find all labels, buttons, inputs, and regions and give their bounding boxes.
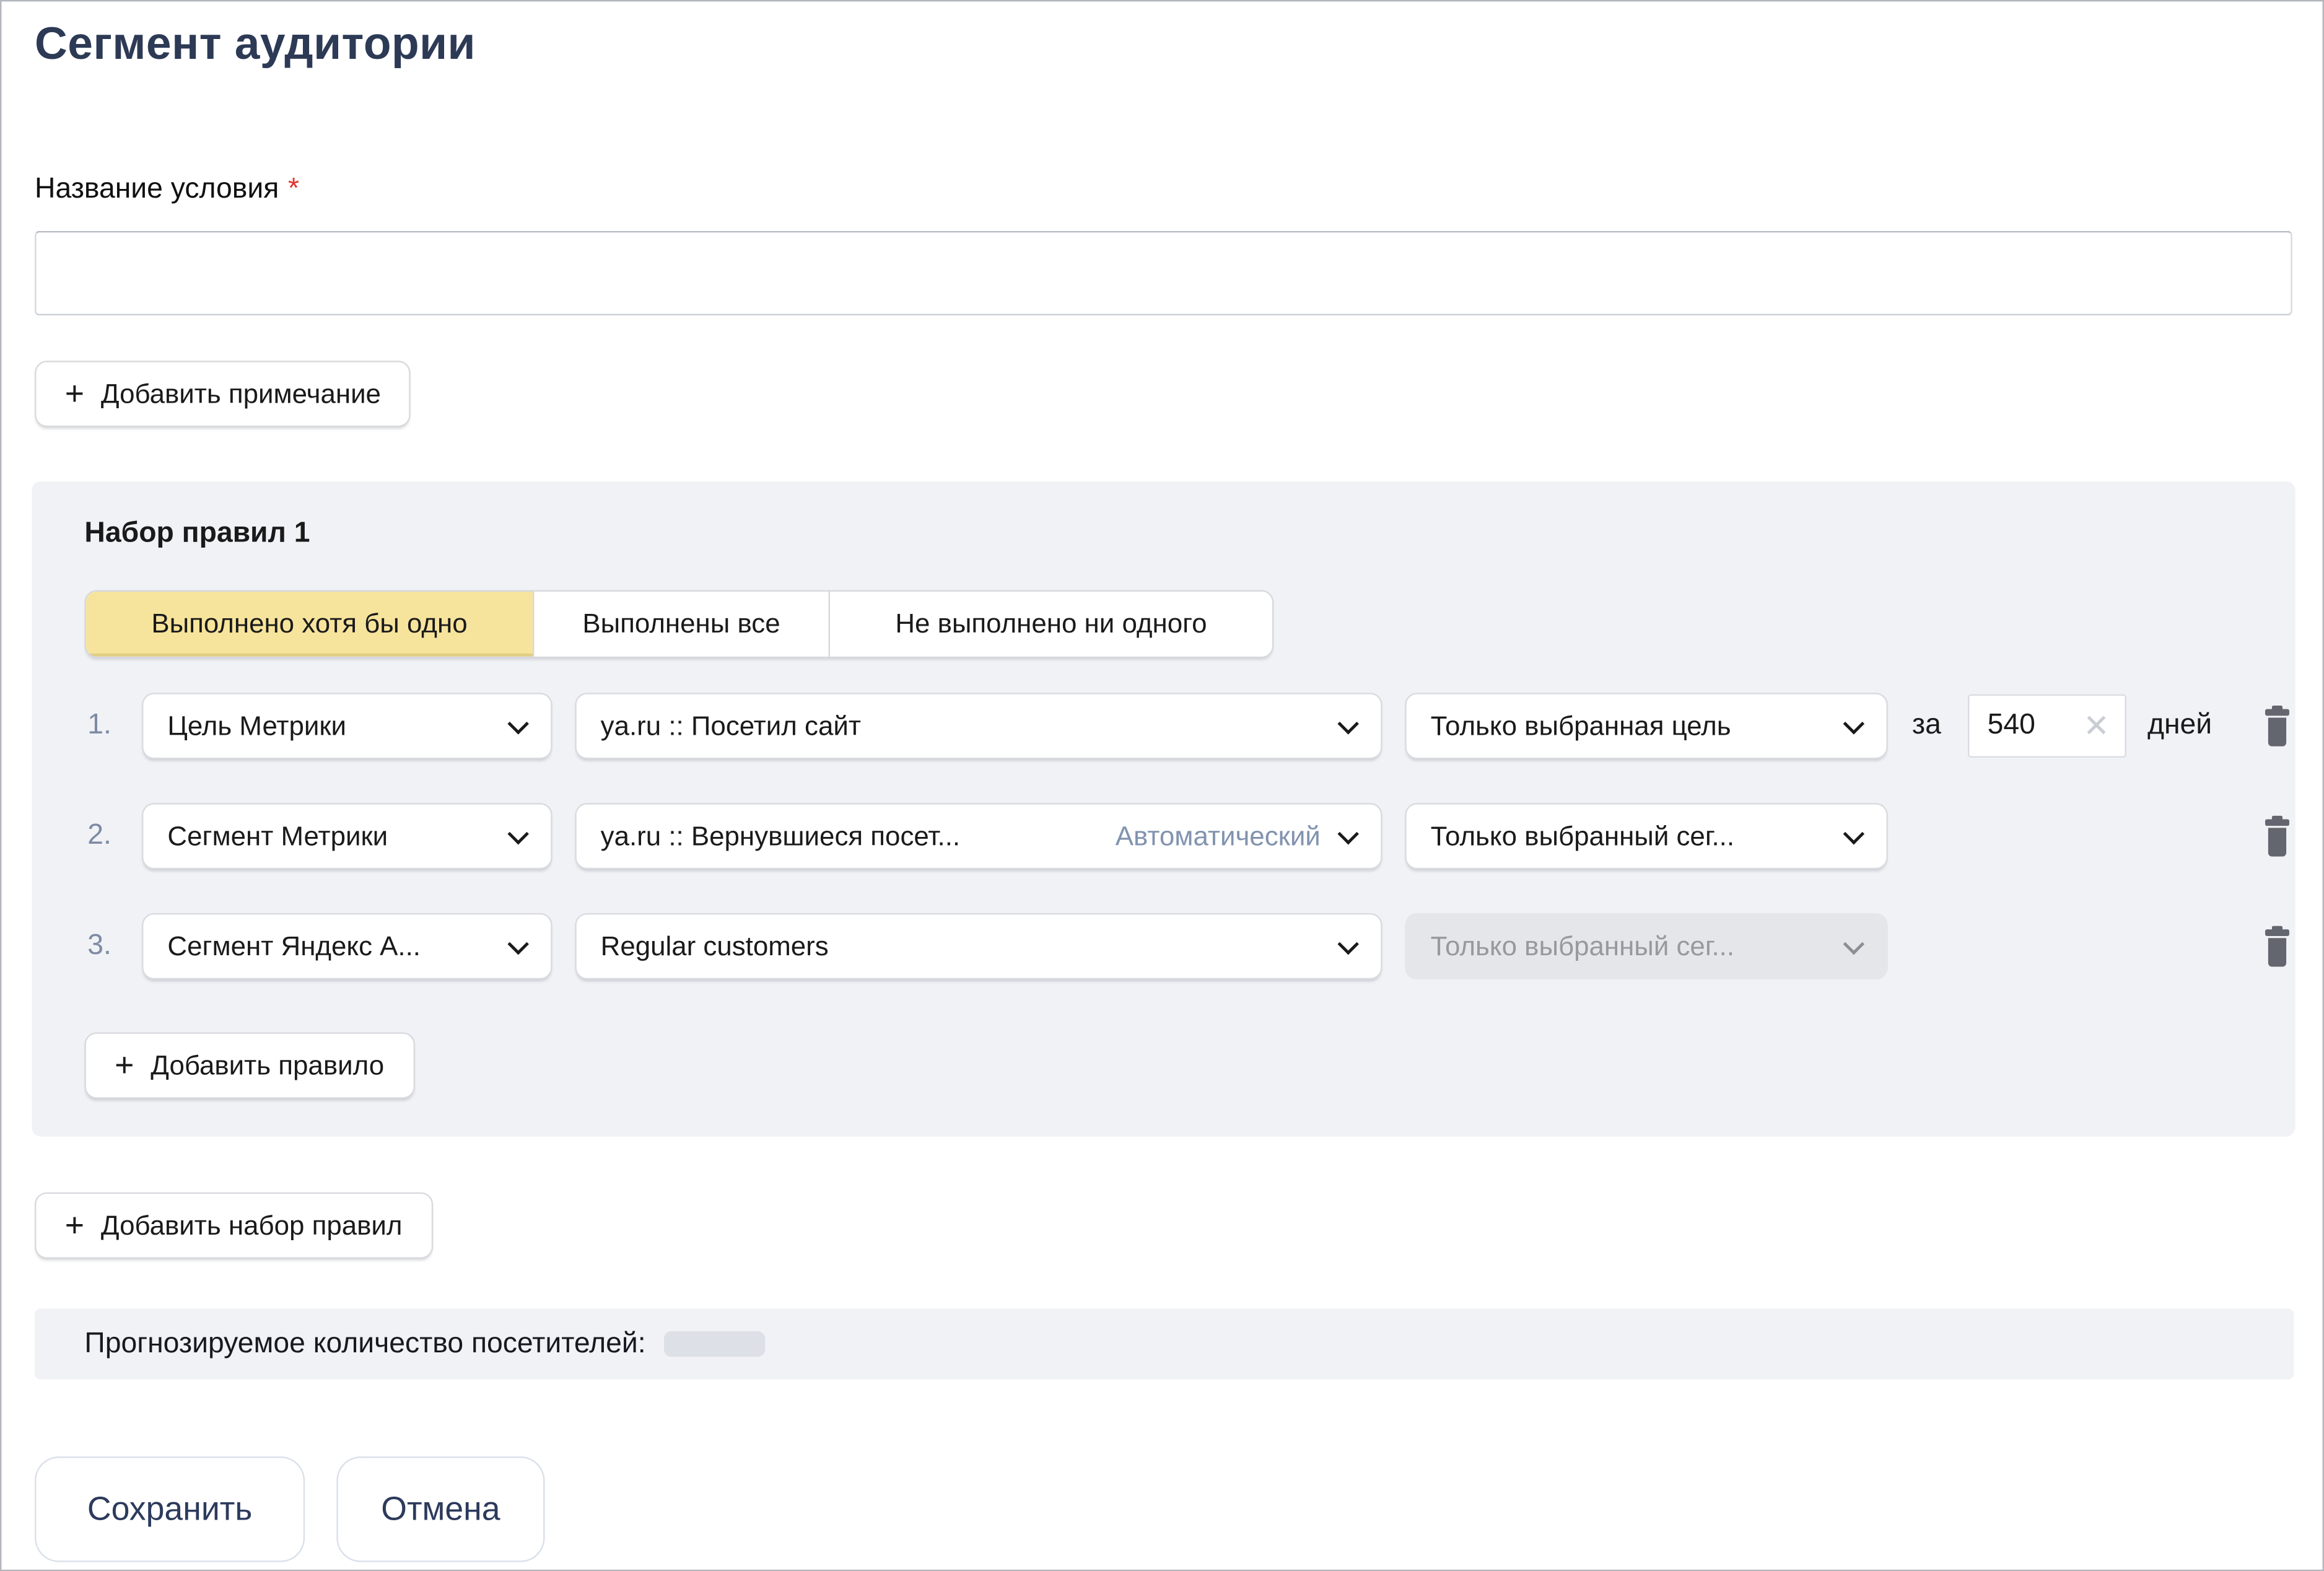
rule-type-value: Цель Метрики [167, 710, 346, 742]
condition-name-label-text: Название условия [35, 173, 279, 205]
period-days-field[interactable]: ✕ [1968, 694, 2126, 758]
page-title: Сегмент аудитории [35, 20, 476, 71]
rule-number: 3. [87, 913, 133, 979]
trash-icon [2259, 925, 2295, 967]
chevron-down-icon [507, 934, 528, 955]
rule-number: 1. [87, 693, 133, 759]
chevron-down-icon [1843, 713, 1864, 734]
chevron-down-icon [1337, 823, 1358, 844]
chevron-down-icon [1843, 934, 1864, 955]
rule-value-dropdown[interactable]: ya.ru :: Вернувшиеся посет... Автоматиче… [575, 803, 1382, 869]
delete-rule-button[interactable] [2259, 815, 2295, 857]
add-note-button-label: Добавить примечание [101, 378, 381, 409]
plus-icon: + [65, 377, 84, 411]
period-days-input[interactable] [1985, 708, 2072, 744]
rule-scope-dropdown[interactable]: Только выбранная цель [1405, 693, 1888, 759]
forecast-value-skeleton [664, 1331, 765, 1357]
add-rule-button[interactable]: + Добавить правило [84, 1032, 414, 1098]
rule-value-dropdown[interactable]: ya.ru :: Посетил сайт [575, 693, 1382, 759]
rule-type-value: Сегмент Метрики [167, 820, 388, 852]
chevron-down-icon [507, 823, 528, 844]
trash-icon [2259, 815, 2295, 857]
rule-set-panel: Набор правил 1 Выполнено хотя бы одно Вы… [32, 481, 2296, 1136]
rule-scope-dropdown-disabled: Только выбранный сег... [1405, 913, 1888, 979]
rule-type-dropdown[interactable]: Цель Метрики [142, 693, 553, 759]
chevron-down-icon [1843, 823, 1864, 844]
condition-name-label: Название условия * [35, 173, 299, 207]
save-button[interactable]: Сохранить [35, 1456, 305, 1562]
rule-number: 2. [87, 803, 133, 869]
rule-set-title: Набор правил 1 [84, 518, 310, 551]
tab-match-none[interactable]: Не выполнено ни одного [829, 592, 1272, 657]
rule-type-dropdown[interactable]: Сегмент Яндекс А... [142, 913, 553, 979]
forecast-label: Прогнозируемое количество посетителей: [84, 1328, 645, 1361]
period-suffix: дней [2147, 693, 2212, 759]
add-rule-button-label: Добавить правило [151, 1049, 384, 1081]
rule-value-hint: Автоматический [1116, 820, 1339, 852]
rule-value-dropdown[interactable]: Regular customers [575, 913, 1382, 979]
delete-rule-button[interactable] [2259, 925, 2295, 967]
chevron-down-icon [1337, 713, 1358, 734]
rule-row: 2. Сегмент Метрики ya.ru :: Вернувшиеся … [32, 803, 2296, 869]
rule-value: Regular customers [601, 930, 829, 962]
period-prefix: за [1912, 693, 1941, 759]
plus-icon: + [65, 1209, 84, 1243]
chevron-down-icon [1337, 934, 1358, 955]
add-note-button[interactable]: + Добавить примечание [35, 361, 411, 427]
cancel-button[interactable]: Отмена [336, 1456, 544, 1562]
rule-value: ya.ru :: Вернувшиеся посет... [601, 820, 960, 852]
trash-icon [2259, 705, 2295, 747]
tab-match-any[interactable]: Выполнено хотя бы одно [86, 592, 533, 657]
delete-rule-button[interactable] [2259, 705, 2295, 747]
condition-name-input[interactable] [35, 231, 2292, 315]
rule-scope-value: Только выбранный сег... [1431, 820, 1734, 852]
rule-row: 3. Сегмент Яндекс А... Regular customers… [32, 913, 2296, 979]
segment-editor-page: Сегмент аудитории Название условия * + До… [0, 0, 2324, 1571]
clear-icon[interactable]: ✕ [2083, 710, 2110, 742]
add-rule-set-button-label: Добавить набор правил [101, 1210, 403, 1241]
rule-value: ya.ru :: Посетил сайт [601, 710, 861, 742]
match-mode-tabs: Выполнено хотя бы одно Выполнены все Не … [84, 590, 1273, 659]
rule-row: 1. Цель Метрики ya.ru :: Посетил сайт То… [32, 693, 2296, 759]
rule-scope-value: Только выбранный сег... [1431, 930, 1734, 962]
chevron-down-icon [507, 713, 528, 734]
rule-type-value: Сегмент Яндекс А... [167, 930, 421, 962]
forecast-strip: Прогнозируемое количество посетителей: [35, 1308, 2294, 1380]
rule-scope-dropdown[interactable]: Только выбранный сег... [1405, 803, 1888, 869]
required-asterisk: * [288, 173, 299, 205]
tab-match-all[interactable]: Выполнены все [533, 592, 829, 657]
add-rule-set-button[interactable]: + Добавить набор правил [35, 1192, 432, 1259]
rule-type-dropdown[interactable]: Сегмент Метрики [142, 803, 553, 869]
rule-scope-value: Только выбранная цель [1431, 710, 1731, 742]
plus-icon: + [115, 1049, 134, 1082]
